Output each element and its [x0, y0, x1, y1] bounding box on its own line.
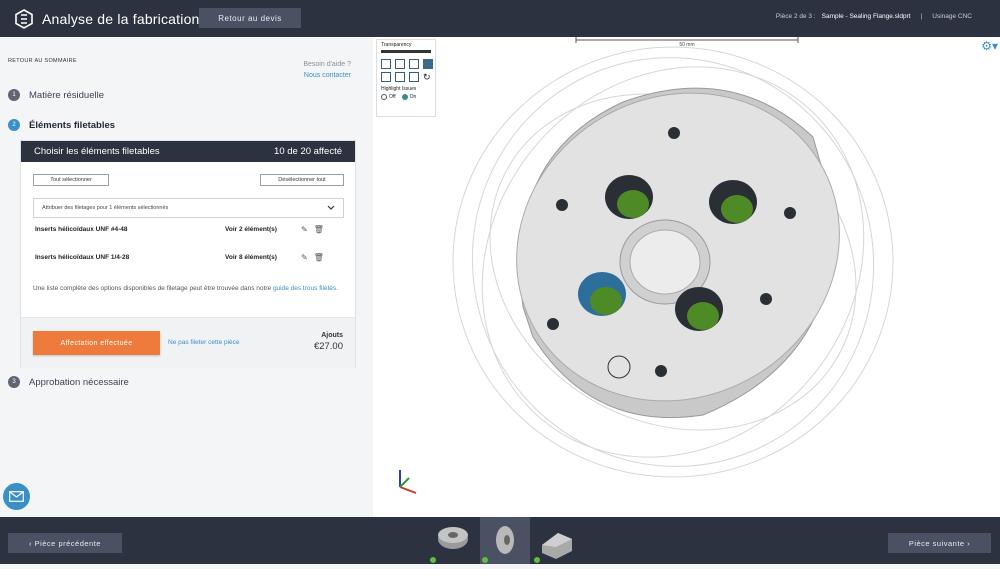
piece-info: Pièce 2 de 3 : Sample - Sealing Flange.s… [776, 13, 972, 20]
step-label: Éléments filetables [29, 119, 116, 131]
transparency-label: Transparency [381, 42, 412, 48]
settings-icon[interactable]: ⚙▾ [981, 39, 998, 53]
cube-icon[interactable] [409, 59, 419, 69]
status-dot [534, 557, 540, 563]
view-elements-link[interactable]: Voir 2 élément(s) [225, 226, 295, 233]
threadable-card: Choisir les éléments filetables 10 de 20… [20, 140, 356, 368]
cube-icon[interactable] [395, 72, 405, 82]
status-dot [482, 557, 488, 563]
part-thumbnail-icon [496, 526, 514, 554]
part-thumbnail-icon [438, 527, 468, 549]
analysis-panel: RETOUR AU SOMMAIRE Besoin d'aide ? Nous … [0, 37, 373, 517]
card-header: Choisir les éléments filetables 10 de 20… [21, 141, 355, 162]
next-piece-button[interactable]: Pièce suivante › [888, 533, 991, 553]
assignment-done-button[interactable]: Affectation effectuée [33, 331, 160, 355]
3d-viewer[interactable]: 50 mm Transparency ↻ Highlight Issues Of… [373, 37, 1000, 517]
view-elements-link[interactable]: Voir 8 élément(s) [225, 254, 295, 261]
off-label: Off [389, 94, 396, 100]
top-bar: Analyse de la fabrication Retour au devi… [0, 0, 1000, 37]
dropdown-value: Attribuer des filetages pour 1 éléments … [42, 205, 169, 211]
thread-row: Inserts hélicoïdaux UNF 1/4-28 Voir 8 él… [35, 251, 335, 263]
edit-icon[interactable]: ✎ [301, 225, 308, 234]
file-name: Sample - Sealing Flange.sldprt [821, 13, 911, 20]
app-title: Analyse de la fabrication [42, 10, 200, 27]
back-to-quote-button[interactable]: Retour au devis [199, 8, 301, 28]
bottom-bar: ‹ Pièce précédente Pièce suivante › [0, 517, 1000, 564]
on-label: On [409, 94, 417, 100]
trash-icon[interactable]: 🗑 [314, 225, 324, 234]
axes-icon [399, 470, 417, 494]
highlight-label: Highlight Issues [381, 86, 417, 92]
step-label: Approbation nécessaire [29, 376, 129, 388]
thread-name: Inserts hélicoïdaux UNF 1/4-28 [35, 253, 130, 261]
status-dot [430, 557, 436, 563]
logo-icon [15, 8, 33, 29]
previous-piece-button[interactable]: ‹ Pièce précédente [8, 533, 122, 553]
piece-counter: Pièce 2 de 3 : [775, 13, 816, 20]
step-number: 1 [8, 89, 20, 101]
part-thumbnail-icon [542, 533, 572, 559]
card-title: Choisir les éléments filetables [34, 146, 160, 157]
mail-icon [9, 491, 24, 502]
chevron-down-icon [327, 205, 335, 210]
assigned-count: 10 de 20 affecté [274, 146, 342, 157]
back-to-summary-link[interactable]: RETOUR AU SOMMAIRE [8, 58, 77, 64]
card-footer: Affectation effectuée Ne pas fileter cet… [21, 317, 355, 368]
deselect-all-button[interactable]: Désélectionner tout [260, 174, 344, 186]
highlight-toggle: Off On [381, 94, 431, 100]
addons-summary: Ajouts €27.00 [314, 332, 343, 352]
view-cube-icons[interactable]: ↻ [381, 59, 434, 82]
radio-off[interactable] [381, 94, 387, 100]
thread-row: Inserts hélicoïdaux UNF #4-48 Voir 2 élé… [35, 223, 335, 235]
step-number: 2 [8, 119, 20, 131]
thread-guide-link[interactable]: guide des trous filetés [273, 285, 336, 292]
contact-link[interactable]: Nous contacter [304, 72, 351, 79]
cube-icon[interactable] [381, 59, 391, 69]
step-label: Matière résiduelle [29, 89, 104, 101]
step-number: 3 [8, 376, 20, 388]
process-label: Usinage CNC [932, 13, 972, 20]
piece-thumbnail[interactable] [532, 517, 582, 564]
addons-label: Ajouts [321, 332, 343, 339]
rotate-icon[interactable]: ↻ [423, 72, 434, 82]
view-tools-panel: Transparency ↻ Highlight Issues Off On [376, 39, 436, 117]
trash-icon[interactable]: 🗑 [314, 253, 324, 262]
piece-thumbnail[interactable] [428, 517, 478, 564]
scale-label: 50 mm [679, 42, 694, 48]
edit-icon[interactable]: ✎ [301, 253, 308, 262]
chat-button[interactable] [3, 483, 30, 510]
select-all-button[interactable]: Tout sélectionner [33, 174, 109, 186]
transparency-slider[interactable] [381, 50, 431, 53]
help-box: Besoin d'aide ? Nous contacter [303, 59, 351, 81]
info-text: Une liste complète des options disponibl… [33, 285, 273, 292]
step-residual-material[interactable]: 1 Matière résiduelle [8, 89, 104, 101]
step-threadable-features[interactable]: 2 Éléments filetables [8, 119, 115, 131]
thread-name: Inserts hélicoïdaux UNF #4-48 [35, 225, 128, 233]
piece-thumbnail-selected[interactable] [480, 517, 530, 564]
radio-on[interactable] [401, 94, 408, 100]
no-thread-link[interactable]: Ne pas fileter cette pièce [168, 339, 240, 346]
cube-icon[interactable] [395, 59, 405, 69]
cube-icon[interactable] [381, 72, 391, 82]
info-end: . [336, 285, 338, 292]
thread-assign-dropdown[interactable]: Attribuer des filetages pour 1 éléments … [33, 198, 344, 218]
cube-solid-icon[interactable] [423, 59, 433, 69]
separator: | [920, 13, 923, 20]
help-text: Besoin d'aide ? [303, 61, 351, 68]
addons-price: €27.00 [313, 341, 343, 352]
step-approval[interactable]: 3 Approbation nécessaire [8, 376, 129, 388]
part-model[interactable]: 50 mm [373, 37, 1000, 517]
cube-icon[interactable] [409, 72, 419, 82]
thread-info-text: Une liste complète des options disponibl… [33, 283, 348, 294]
